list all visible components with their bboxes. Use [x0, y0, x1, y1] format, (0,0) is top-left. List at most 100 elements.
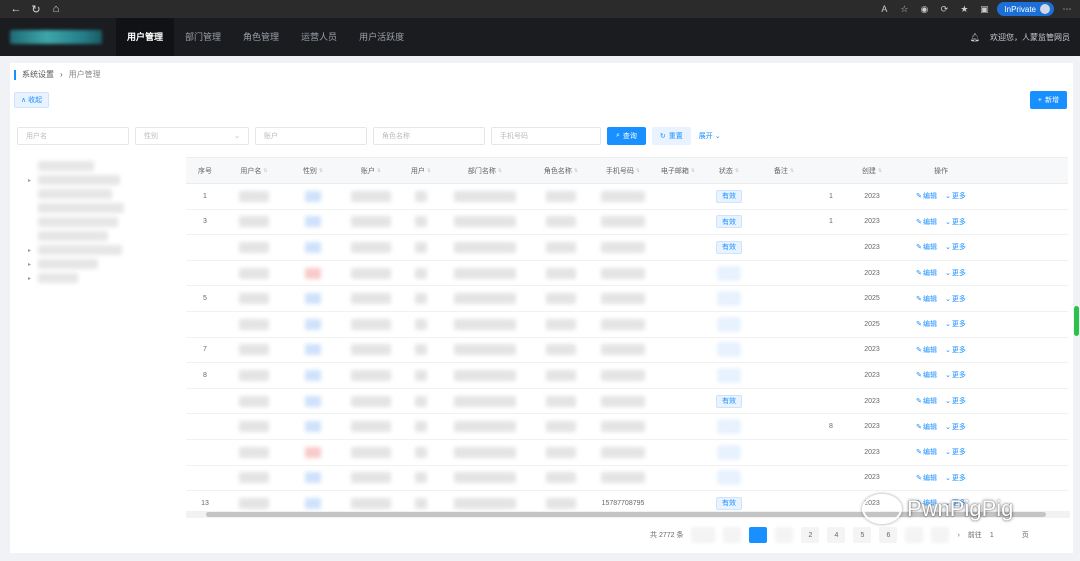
sort-icon[interactable]: ⇅ — [319, 168, 323, 174]
page-button[interactable] — [775, 527, 794, 543]
more-button[interactable]: ⌄ 更多 — [945, 447, 966, 457]
favorites-bar-icon[interactable]: ★ — [957, 2, 971, 16]
page-size-select[interactable] — [691, 527, 716, 543]
table-row[interactable]: 2023 ✎ 编辑 ⌄ 更多 — [186, 466, 1068, 492]
tree-node[interactable]: ▸ — [28, 243, 138, 257]
favorite-icon[interactable]: ☆ — [897, 2, 911, 16]
more-button[interactable]: ⌄ 更多 — [945, 345, 966, 355]
sort-icon[interactable]: ⇅ — [377, 168, 381, 174]
table-row[interactable]: 有效 2023 ✎ 编辑 ⌄ 更多 — [186, 389, 1068, 415]
edit-button[interactable]: ✎ 编辑 — [916, 473, 937, 483]
table-row[interactable]: 7 2023 ✎ 编辑 ⌄ 更多 — [186, 338, 1068, 364]
more-button[interactable]: ⌄ 更多 — [945, 242, 966, 252]
edit-button[interactable]: ✎ 编辑 — [916, 242, 937, 252]
edit-button[interactable]: ✎ 编辑 — [916, 319, 937, 329]
collapse-button[interactable]: ∧ 收起 — [14, 92, 50, 108]
page-button[interactable] — [931, 527, 950, 543]
edit-button[interactable]: ✎ 编辑 — [916, 447, 937, 457]
more-button[interactable]: ⌄ 更多 — [945, 217, 966, 227]
prev-page-button[interactable] — [723, 527, 742, 543]
table-row[interactable]: 2025 ✎ 编辑 ⌄ 更多 — [186, 312, 1068, 338]
table-row[interactable]: 8 2023 ✎ 编辑 ⌄ 更多 — [186, 414, 1068, 440]
username-input[interactable]: 用户名 — [17, 127, 129, 145]
refresh-icon[interactable]: ↻ — [26, 0, 46, 18]
sort-icon[interactable]: ⇅ — [574, 168, 578, 174]
tree-node[interactable] — [28, 229, 138, 243]
nav-item[interactable]: 部门管理 — [174, 18, 232, 56]
table-row[interactable]: 有效 2023 ✎ 编辑 ⌄ 更多 — [186, 235, 1068, 261]
edit-button[interactable]: ✎ 编辑 — [916, 422, 937, 432]
sort-icon[interactable]: ⇅ — [636, 168, 640, 174]
table-row[interactable]: 2023 ✎ 编辑 ⌄ 更多 — [186, 261, 1068, 287]
read-aloud-icon[interactable]: A — [877, 2, 891, 16]
sort-icon[interactable]: ⇅ — [735, 168, 739, 174]
more-button[interactable]: ⌄ 更多 — [945, 294, 966, 304]
page-button-active[interactable] — [749, 527, 768, 543]
table-row[interactable]: 3 有效 1 2023 ✎ 编辑 ⌄ 更多 — [186, 210, 1068, 236]
column-header[interactable]: 手机号码 ⇅ — [594, 158, 652, 183]
column-header[interactable]: 备注 ⇅ — [754, 158, 814, 183]
goto-input[interactable]: 1 — [990, 532, 994, 539]
tree-node[interactable]: ▸ — [28, 271, 138, 285]
more-button[interactable]: ⌄ 更多 — [945, 268, 966, 278]
more-button[interactable]: ⌄ 更多 — [945, 370, 966, 380]
column-header[interactable]: 创建 ⇅ — [848, 158, 896, 183]
gender-select[interactable]: 性别 ⌄ — [135, 127, 249, 145]
phone-input[interactable]: 手机号码 — [491, 127, 601, 145]
add-button[interactable]: + 新增 — [1029, 91, 1067, 109]
inprivate-badge[interactable]: InPrivate — [997, 2, 1054, 16]
sort-icon[interactable]: ⇅ — [427, 168, 431, 174]
menu-icon[interactable]: ⋯ — [1060, 2, 1074, 16]
table-row[interactable]: 8 2023 ✎ 编辑 ⌄ 更多 — [186, 363, 1068, 389]
home-icon[interactable]: ⌂ — [46, 0, 66, 18]
more-button[interactable]: ⌄ 更多 — [945, 422, 966, 432]
edit-button[interactable]: ✎ 编辑 — [916, 268, 937, 278]
page-button[interactable] — [905, 527, 924, 543]
page-button[interactable]: 2 — [801, 527, 820, 543]
sort-icon[interactable]: ⇅ — [790, 168, 794, 174]
tree-node[interactable] — [28, 201, 138, 215]
column-header[interactable]: 状态 ⇅ — [704, 158, 754, 183]
page-button[interactable]: 4 — [827, 527, 846, 543]
column-header[interactable]: 用户名 ⇅ — [224, 158, 284, 183]
page-button[interactable]: 6 — [879, 527, 898, 543]
greeting[interactable]: 欢迎您，人蒙监管网员 — [990, 32, 1070, 43]
more-button[interactable]: ⌄ 更多 — [945, 473, 966, 483]
tree-node[interactable]: ▸ — [28, 173, 138, 187]
more-button[interactable]: ⌄ 更多 — [945, 319, 966, 329]
column-header[interactable]: 角色名称 ⇅ — [528, 158, 594, 183]
table-row[interactable]: 2023 ✎ 编辑 ⌄ 更多 — [186, 440, 1068, 466]
nav-item[interactable]: 用户活跃度 — [348, 18, 415, 56]
query-button[interactable]: ⌕ 查询 — [607, 127, 646, 145]
extension-icon[interactable]: ◉ — [917, 2, 931, 16]
edit-button[interactable]: ✎ 编辑 — [916, 396, 937, 406]
column-header[interactable]: 性别 ⇅ — [284, 158, 342, 183]
nav-item[interactable]: 运营人员 — [290, 18, 348, 56]
edit-button[interactable]: ✎ 编辑 — [916, 370, 937, 380]
edit-button[interactable]: ✎ 编辑 — [916, 191, 937, 201]
tree-node[interactable] — [28, 159, 138, 173]
breadcrumb-root[interactable]: 系统设置 — [22, 69, 54, 80]
sort-icon[interactable]: ⇅ — [263, 168, 267, 174]
back-icon[interactable]: ← — [6, 0, 26, 18]
tree-node[interactable]: ▸ — [28, 257, 138, 271]
sync-icon[interactable]: ⟳ — [937, 2, 951, 16]
column-header[interactable]: 电子邮箱 ⇅ — [652, 158, 704, 183]
nav-item[interactable]: 用户管理 — [116, 18, 175, 56]
sort-icon[interactable]: ⇅ — [498, 168, 502, 174]
edit-button[interactable]: ✎ 编辑 — [916, 217, 937, 227]
page-button[interactable]: 5 — [853, 527, 872, 543]
edit-button[interactable]: ✎ 编辑 — [916, 345, 937, 355]
next-page-icon[interactable]: › — [957, 532, 959, 539]
bell-icon[interactable]: 🔔︎ — [970, 33, 980, 42]
column-header[interactable]: 账户 ⇅ — [342, 158, 400, 183]
nav-item[interactable]: 角色管理 — [232, 18, 290, 56]
column-header[interactable]: 部门名称 ⇅ — [442, 158, 528, 183]
edit-button[interactable]: ✎ 编辑 — [916, 294, 937, 304]
column-header[interactable]: 用户 ⇅ — [400, 158, 442, 183]
more-button[interactable]: ⌄ 更多 — [945, 396, 966, 406]
table-row[interactable]: 5 2025 ✎ 编辑 ⌄ 更多 — [186, 286, 1068, 312]
collections-icon[interactable]: ▣ — [977, 2, 991, 16]
more-button[interactable]: ⌄ 更多 — [945, 191, 966, 201]
account-input[interactable]: 账户 — [255, 127, 367, 145]
